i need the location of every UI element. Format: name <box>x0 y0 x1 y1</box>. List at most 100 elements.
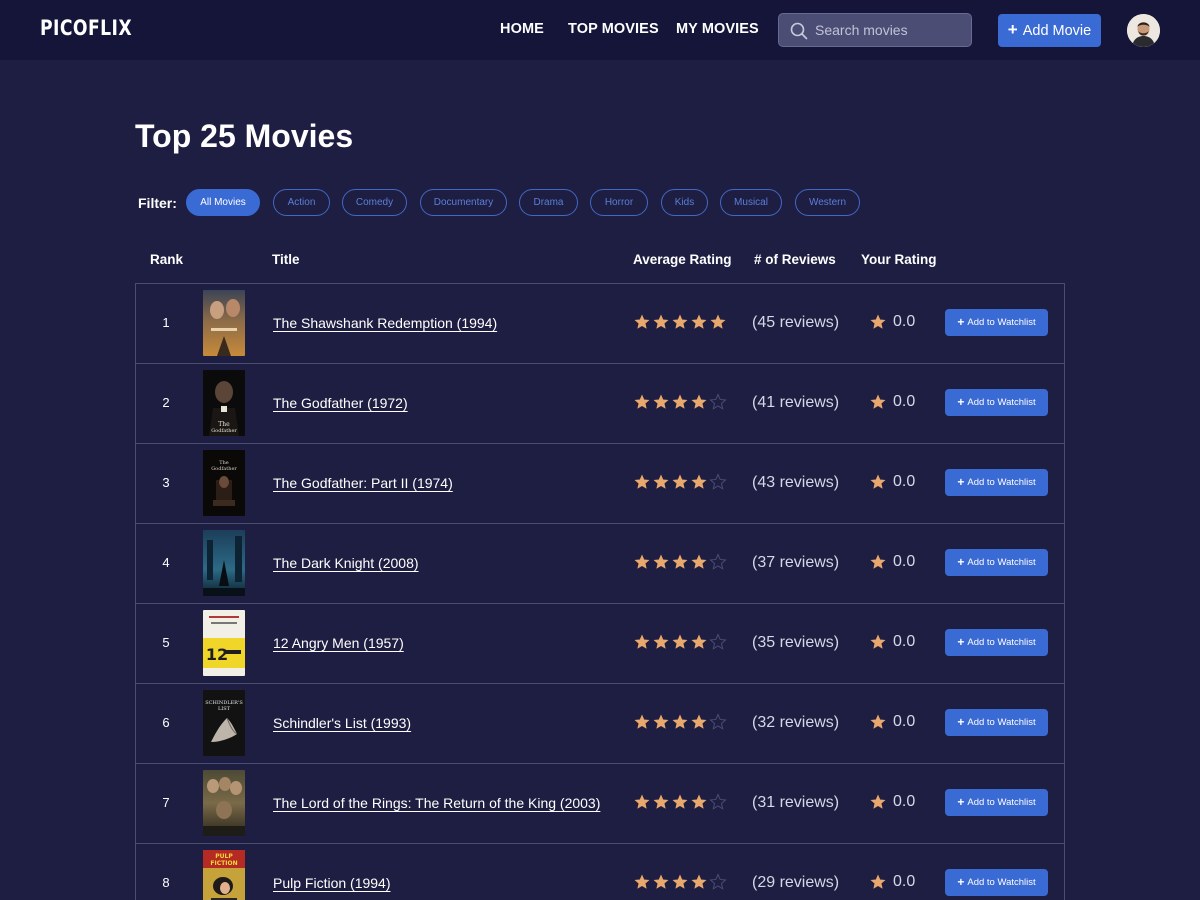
average-rating-stars <box>633 873 727 891</box>
your-rating-value: 0.0 <box>893 393 916 410</box>
nav-top-movies[interactable]: TOP MOVIES <box>568 21 659 37</box>
star-filled-icon <box>653 874 669 889</box>
your-rating[interactable]: 0.0 <box>869 873 915 891</box>
add-to-watchlist-button[interactable]: + Add to Watchlist <box>945 469 1048 496</box>
movie-poster[interactable]: 12 <box>203 610 245 676</box>
review-count: (41 reviews) <box>752 394 840 411</box>
movie-title-link[interactable]: The Godfather: Part II (1974) <box>273 475 453 491</box>
filter-chip-western[interactable]: Western <box>795 189 860 216</box>
movie-title-link[interactable]: Pulp Fiction (1994) <box>273 875 391 891</box>
star-filled-icon <box>691 554 707 569</box>
user-avatar[interactable] <box>1127 14 1160 47</box>
star-filled-icon <box>653 474 669 489</box>
star-filled-icon <box>691 394 707 409</box>
movie-title-link[interactable]: The Godfather (1972) <box>273 395 408 411</box>
rank-number: 1 <box>162 315 170 330</box>
table-row: 1 The Shawshank Redemption (1994) (45 re… <box>136 284 1064 364</box>
your-rating[interactable]: 0.0 <box>869 793 915 811</box>
plus-icon: + <box>957 555 965 569</box>
movie-poster[interactable]: The Godfather <box>203 370 245 436</box>
movie-poster[interactable]: SCHINDLER'S LIST <box>203 690 245 756</box>
filter-chip-horror[interactable]: Horror <box>590 189 648 216</box>
movies-table: 1 The Shawshank Redemption (1994) (45 re… <box>135 283 1065 900</box>
movie-title-link[interactable]: Schindler's List (1993) <box>273 715 411 731</box>
star-filled-icon <box>634 794 650 809</box>
search-box[interactable] <box>778 13 972 47</box>
app-logo[interactable]: PICOFLIX <box>40 16 132 40</box>
rank-number: 2 <box>162 395 170 410</box>
star-filled-icon <box>653 714 669 729</box>
star-filled-icon <box>634 554 650 569</box>
filter-chip-documentary[interactable]: Documentary <box>420 189 507 216</box>
star-outline-icon <box>709 793 727 810</box>
movie-title-link[interactable]: 12 Angry Men (1957) <box>273 635 404 651</box>
review-count: (29 reviews) <box>752 874 840 891</box>
your-rating[interactable]: 0.0 <box>869 473 915 491</box>
add-to-watchlist-label: Add to Watchlist <box>967 477 1036 488</box>
average-rating-stars <box>633 313 727 331</box>
rank-number: 4 <box>162 555 170 570</box>
movie-title-link[interactable]: The Shawshank Redemption (1994) <box>273 315 497 331</box>
star-filled-icon <box>634 634 650 649</box>
plus-icon: + <box>957 475 965 489</box>
your-rating-value: 0.0 <box>893 873 916 890</box>
add-movie-button[interactable]: + Add Movie <box>998 14 1101 47</box>
svg-text:FICTION: FICTION <box>210 860 237 867</box>
rank-number: 8 <box>162 875 170 890</box>
search-input[interactable] <box>815 14 965 46</box>
movie-poster[interactable] <box>203 530 245 596</box>
add-to-watchlist-button[interactable]: + Add to Watchlist <box>945 709 1048 736</box>
table-row: 6 SCHINDLER'S LIST Schindler's List (199… <box>136 684 1064 764</box>
column-header-reviews: # of Reviews <box>754 252 836 267</box>
your-rating[interactable]: 0.0 <box>869 313 915 331</box>
add-to-watchlist-button[interactable]: + Add to Watchlist <box>945 869 1048 896</box>
filter-chip-musical[interactable]: Musical <box>720 189 782 216</box>
add-to-watchlist-button[interactable]: + Add to Watchlist <box>945 309 1048 336</box>
filter-chip-drama[interactable]: Drama <box>519 189 578 216</box>
movie-title-link[interactable]: The Lord of the Rings: The Return of the… <box>273 795 600 811</box>
star-filled-icon <box>710 314 726 329</box>
average-rating-stars <box>633 633 727 651</box>
filter-chip-comedy[interactable]: Comedy <box>342 189 407 216</box>
table-row: 3 The Godfather The Godfather: Part II (… <box>136 444 1064 524</box>
add-to-watchlist-button[interactable]: + Add to Watchlist <box>945 629 1048 656</box>
star-icon <box>870 794 886 809</box>
movie-poster[interactable] <box>203 290 245 356</box>
movie-poster[interactable]: PULP FICTION <box>203 850 245 900</box>
average-rating-stars <box>633 713 727 731</box>
star-filled-icon <box>653 554 669 569</box>
nav-home[interactable]: HOME <box>500 21 544 37</box>
movie-poster[interactable] <box>203 770 245 836</box>
star-filled-icon <box>653 394 669 409</box>
rank-number: 7 <box>162 795 170 810</box>
add-to-watchlist-button[interactable]: + Add to Watchlist <box>945 789 1048 816</box>
star-icon <box>870 874 886 889</box>
your-rating[interactable]: 0.0 <box>869 393 915 411</box>
star-icon <box>870 634 886 649</box>
filter-chip-action[interactable]: Action <box>273 189 330 216</box>
column-header-average-rating: Average Rating <box>633 252 732 267</box>
star-filled-icon <box>691 714 707 729</box>
nav-my-movies[interactable]: MY MOVIES <box>676 21 759 37</box>
star-filled-icon <box>634 474 650 489</box>
add-to-watchlist-button[interactable]: + Add to Watchlist <box>945 549 1048 576</box>
review-count: (32 reviews) <box>752 714 840 731</box>
your-rating-value: 0.0 <box>893 553 916 570</box>
star-filled-icon <box>672 874 688 889</box>
svg-text:The: The <box>218 421 230 428</box>
your-rating[interactable]: 0.0 <box>869 633 915 651</box>
filter-chip-all-movies[interactable]: All Movies <box>186 189 260 216</box>
add-to-watchlist-label: Add to Watchlist <box>967 397 1036 408</box>
plus-icon: + <box>957 795 965 809</box>
your-rating-value: 0.0 <box>893 313 916 330</box>
table-row: 4 The Dark Knight (2008) (37 reviews) 0.… <box>136 524 1064 604</box>
add-to-watchlist-button[interactable]: + Add to Watchlist <box>945 389 1048 416</box>
your-rating[interactable]: 0.0 <box>869 553 915 571</box>
plus-icon: + <box>957 315 965 329</box>
movie-poster[interactable]: The Godfather <box>203 450 245 516</box>
review-count: (35 reviews) <box>752 634 840 651</box>
movie-title-link[interactable]: The Dark Knight (2008) <box>273 555 419 571</box>
your-rating[interactable]: 0.0 <box>869 713 915 731</box>
filter-chip-kids[interactable]: Kids <box>661 189 708 216</box>
plus-icon: + <box>957 395 965 409</box>
